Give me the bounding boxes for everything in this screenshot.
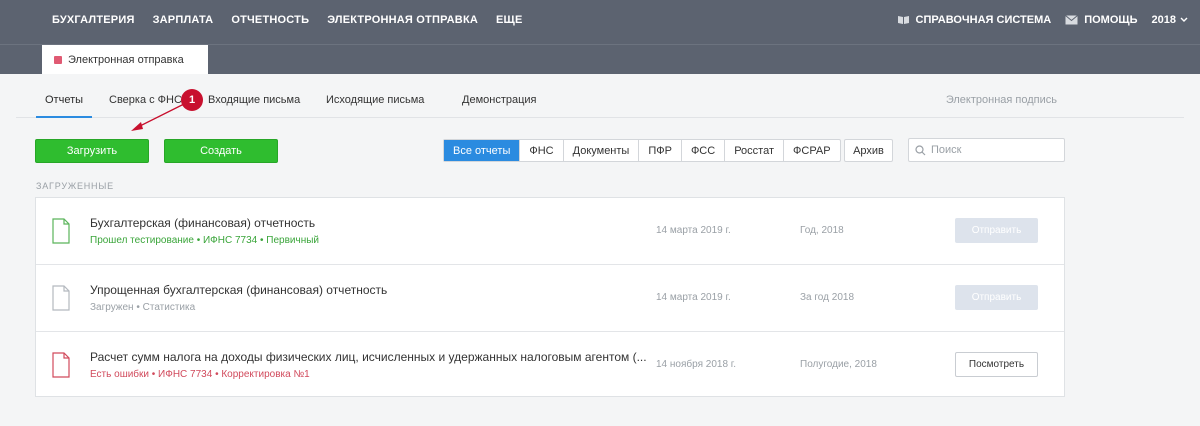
- top-right-menu: СПРАВОЧНАЯ СИСТЕМА ПОМОЩЬ 2018: [883, 14, 1188, 26]
- document-ok-icon: [52, 218, 70, 244]
- list-item[interactable]: Бухгалтерская (финансовая) отчетность Пр…: [36, 198, 1064, 265]
- nav-reporting[interactable]: ОТЧЕТНОСТЬ: [231, 14, 309, 26]
- list-item[interactable]: Расчет сумм налога на доходы физических …: [36, 332, 1064, 399]
- report-date: 14 марта 2019 г.: [656, 292, 731, 303]
- section-tab[interactable]: Электронная отправка: [42, 45, 208, 75]
- report-period: Год, 2018: [800, 225, 844, 236]
- filter-fsrar[interactable]: ФСРАР: [783, 140, 840, 161]
- year-label: 2018: [1151, 14, 1176, 26]
- filter-documents[interactable]: Документы: [562, 140, 639, 161]
- view-button[interactable]: Посмотреть: [955, 352, 1038, 377]
- filter-fss[interactable]: ФСС: [680, 140, 724, 161]
- report-period: Полугодие, 2018: [800, 359, 877, 370]
- search-input[interactable]: [931, 144, 1061, 156]
- tabs-divider: [16, 117, 1184, 118]
- report-title: Упрощенная бухгалтерская (финансовая) от…: [90, 283, 388, 297]
- year-selector[interactable]: 2018: [1152, 14, 1188, 26]
- help-label: ПОМОЩЬ: [1084, 14, 1138, 26]
- send-button[interactable]: Отправить: [955, 285, 1038, 310]
- create-button[interactable]: Создать: [164, 139, 278, 163]
- help-link[interactable]: ПОМОЩЬ: [1065, 14, 1138, 26]
- annotation-marker: 1: [181, 89, 203, 111]
- report-title: Бухгалтерская (финансовая) отчетность: [90, 216, 316, 230]
- tab-incoming-letters[interactable]: Входящие письма: [208, 94, 300, 106]
- section-tab-label: Электронная отправка: [68, 54, 184, 66]
- section-color-marker: [54, 56, 62, 64]
- nav-more[interactable]: ЕЩЕ: [496, 14, 522, 26]
- tab-outgoing-letters[interactable]: Исходящие письма: [326, 94, 424, 106]
- list-item[interactable]: Упрощенная бухгалтерская (финансовая) от…: [36, 265, 1064, 332]
- active-tab-indicator: [36, 116, 92, 118]
- book-icon: [897, 16, 909, 24]
- tab-demo[interactable]: Демонстрация: [462, 94, 537, 106]
- nav-electronic-sending[interactable]: ЭЛЕКТРОННАЯ ОТПРАВКА: [327, 14, 478, 26]
- envelope-icon: [1065, 15, 1079, 25]
- search-icon: [915, 144, 926, 155]
- help-system-label: СПРАВОЧНАЯ СИСТЕМА: [915, 14, 1052, 26]
- tab-fns-reconciliation[interactable]: Сверка с ФНС: [109, 94, 182, 106]
- report-status: Загружен • Статистика: [90, 302, 196, 313]
- search-box[interactable]: [908, 138, 1065, 162]
- chevron-down-icon: [1180, 17, 1188, 22]
- upload-button[interactable]: Загрузить: [35, 139, 149, 163]
- reports-list: Бухгалтерская (финансовая) отчетность Пр…: [35, 197, 1065, 397]
- report-date: 14 ноября 2018 г.: [656, 359, 736, 370]
- report-date: 14 марта 2019 г.: [656, 225, 731, 236]
- nav-salary[interactable]: ЗАРПЛАТА: [153, 14, 214, 26]
- filter-all[interactable]: Все отчеты: [444, 140, 520, 161]
- filter-pfr[interactable]: ПФР: [638, 140, 681, 161]
- report-period: За год 2018: [800, 292, 855, 303]
- report-filter-group: Все отчеты ФНС Документы ПФР ФСС Росстат…: [443, 139, 841, 162]
- filter-fns[interactable]: ФНС: [519, 140, 562, 161]
- main-nav: БУХГАЛТЕРИЯ ЗАРПЛАТА ОТЧЕТНОСТЬ ЭЛЕКТРОН…: [52, 14, 540, 26]
- report-title: Расчет сумм налога на доходы физических …: [90, 350, 647, 364]
- archive-button[interactable]: Архив: [844, 139, 893, 162]
- document-icon: [52, 285, 70, 311]
- document-error-icon: [52, 352, 70, 378]
- filter-rosstat[interactable]: Росстат: [724, 140, 783, 161]
- tab-reports[interactable]: Отчеты: [45, 94, 83, 106]
- group-label: ЗАГРУЖЕННЫЕ: [36, 181, 114, 191]
- send-button[interactable]: Отправить: [955, 218, 1038, 243]
- nav-accounting[interactable]: БУХГАЛТЕРИЯ: [52, 14, 135, 26]
- electronic-signature-link[interactable]: Электронная подпись: [946, 94, 1057, 106]
- report-status: Прошел тестирование • ИФНС 7734 • Первич…: [90, 235, 320, 246]
- help-system-link[interactable]: СПРАВОЧНАЯ СИСТЕМА: [897, 14, 1052, 26]
- report-status: Есть ошибки • ИФНС 7734 • Корректировка …: [90, 369, 310, 380]
